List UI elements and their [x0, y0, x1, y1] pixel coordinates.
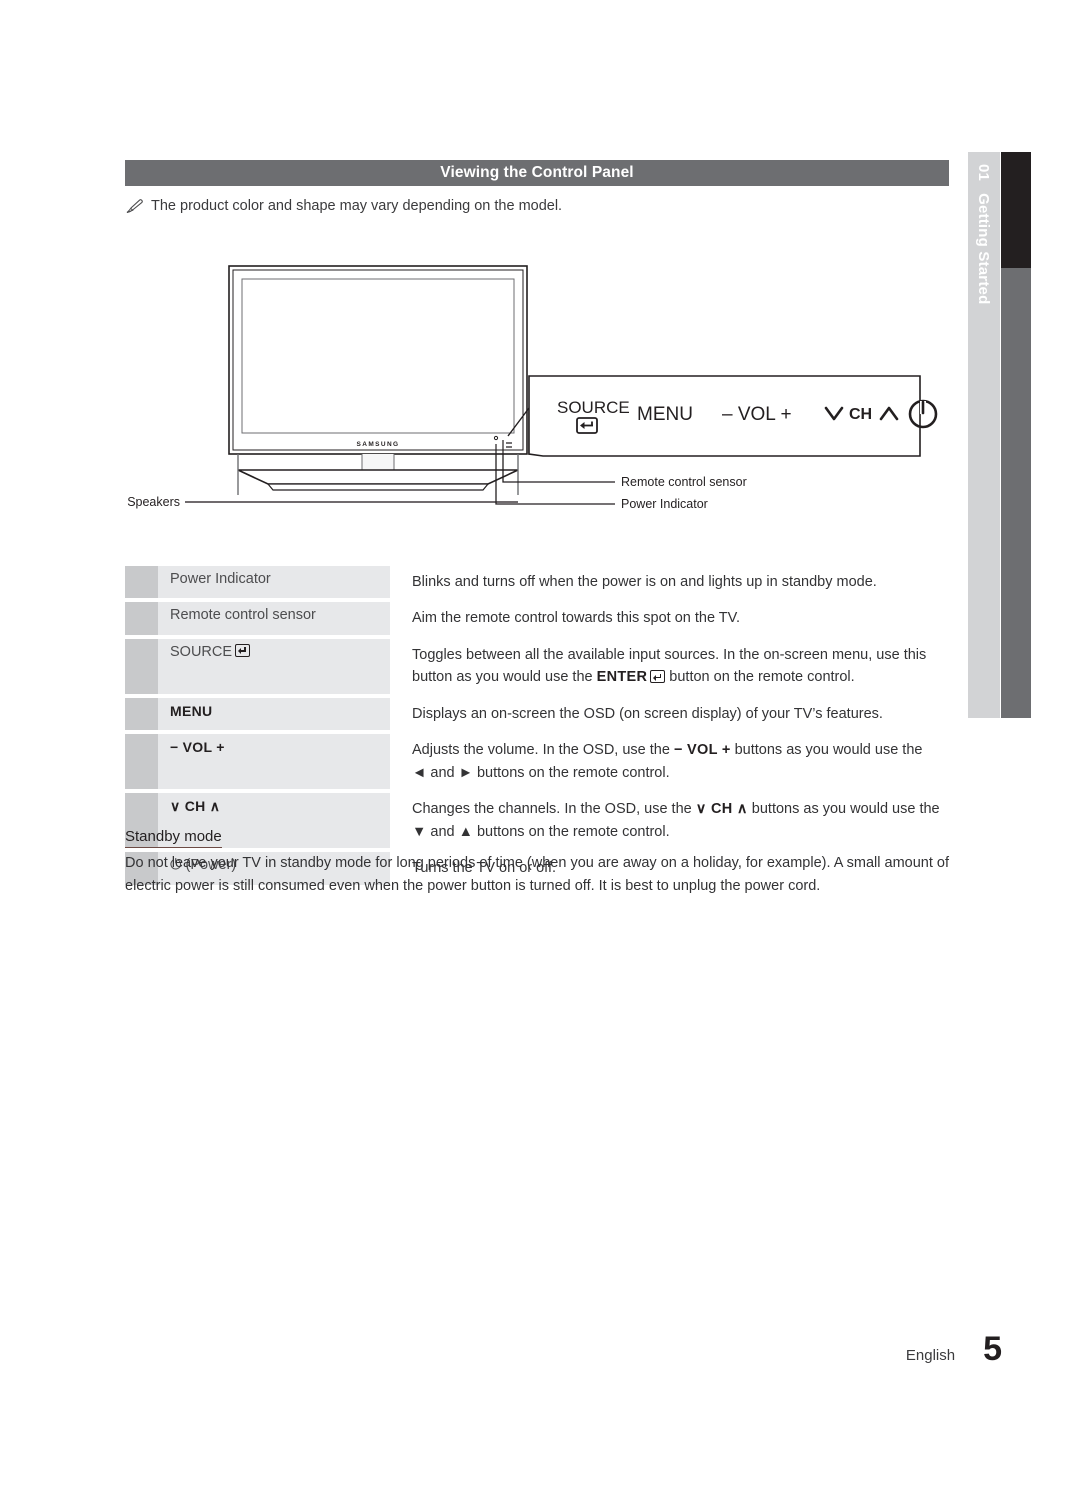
tv-body: SAMSUNG	[228, 265, 528, 455]
pencil-note-icon	[126, 199, 144, 218]
callout-remote-sensor-label: Remote control sensor	[621, 475, 747, 489]
description-line: ▼ and ▲ buttons on the remote control.	[412, 821, 949, 843]
row-label: Power Indicator	[158, 566, 390, 599]
inline-button-name: ENTER	[596, 669, 648, 686]
section-header: Viewing the Control Panel	[125, 160, 949, 186]
callout-power-indicator-label: Power Indicator	[621, 497, 708, 511]
table-row: Power Indicator Blinks and turns off when…	[125, 566, 949, 599]
right-callouts: Remote control sensor Power Indicator	[495, 454, 747, 511]
row-description: Blinks and turns off when the power is o…	[390, 566, 949, 598]
row-label: SOURCE	[158, 638, 390, 694]
description-line: Displays an on-screen the OSD (on screen…	[412, 703, 949, 725]
side-tab-gray-bar	[1001, 268, 1031, 718]
description-line: Toggles between all the available input …	[412, 644, 949, 666]
description-text: Toggles between all the available input …	[412, 646, 927, 663]
description-line: Adjusts the volume. In the OSD, use the …	[412, 739, 949, 761]
row-description: Aim the remote control towards this spot…	[390, 602, 949, 634]
description-text: Aim the remote control towards this spot…	[412, 610, 741, 627]
panel-ch-label: CH	[849, 406, 872, 423]
description-line: Blinks and turns off when the power is o…	[412, 571, 949, 593]
description-text: Blinks and turns off when the power is o…	[412, 574, 877, 590]
page-title: Viewing the Control Panel	[440, 164, 634, 181]
panel-source-label: SOURCE	[557, 398, 630, 417]
row-label-text: MENU	[170, 702, 213, 719]
control-panel-table: Power Indicator Blinks and turns off when…	[125, 566, 949, 889]
description-text: Changes the channels. In the OSD, use th…	[412, 801, 696, 818]
description-text: buttons as you would use the	[730, 742, 923, 759]
row-description: Adjusts the volume. In the OSD, use the …	[390, 734, 949, 789]
row-swatch	[125, 566, 158, 599]
row-description: Displays an on-screen the OSD (on screen…	[390, 698, 949, 730]
row-label-text: Remote control sensor	[170, 607, 316, 624]
table-row: Remote control sensor Aim the remote cont…	[125, 602, 949, 635]
description-text: ▼ and ▲ buttons on the remote control.	[412, 823, 670, 840]
chapter-side-tab: 01 Getting Started	[968, 152, 1000, 718]
tv-stand	[237, 454, 519, 491]
enter-icon	[235, 643, 251, 657]
callout-speakers-label: Speakers	[127, 495, 180, 509]
panel-vol-label: – VOL +	[722, 404, 792, 425]
chapter-title: Getting Started	[975, 193, 993, 305]
panel-menu-label: MENU	[637, 404, 693, 425]
standby-mode-heading: Standby mode	[125, 828, 222, 848]
row-label-text: SOURCE	[170, 643, 233, 660]
description-text: button on the remote control.	[665, 669, 855, 686]
description-text: Displays an on-screen the OSD (on screen…	[412, 705, 883, 722]
table-row: MENU Displays an on-screen the OSD (on sc…	[125, 697, 949, 731]
chapter-side-tab-text: 01 Getting Started	[968, 152, 1000, 718]
control-panel-box: SOURCE MENU – VOL + CH	[528, 375, 938, 457]
row-label: Remote control sensor	[158, 602, 390, 635]
table-row: ∨ CH ∧ Changes the channels. In the OSD, …	[125, 793, 949, 849]
row-swatch	[125, 697, 158, 731]
table-row: − VOL + Adjusts the volume. In the OSD, u…	[125, 734, 949, 790]
description-text: ◄ and ► buttons on the remote control.	[412, 764, 670, 781]
footer-language: English	[905, 1347, 956, 1364]
row-label-text: ∨ CH ∧	[170, 798, 221, 815]
row-label: − VOL +	[158, 734, 390, 790]
standby-mode-body: Do not leave your TV in standby mode for…	[125, 855, 949, 895]
note-text: The product color and shape may vary dep…	[151, 198, 563, 214]
note-row: The product color and shape may vary dep…	[126, 198, 562, 218]
row-description: Changes the channels. In the OSD, use th…	[390, 793, 949, 848]
inline-button-name: − VOL +	[673, 742, 731, 759]
svg-text:SAMSUNG: SAMSUNG	[356, 441, 399, 448]
chapter-number: 01	[975, 164, 993, 182]
row-swatch	[125, 734, 158, 790]
page-footer: English 5	[0, 1330, 1080, 1369]
description-text: buttons as you would use the	[747, 801, 940, 818]
control-panel-illustration: SAMSUNG Speakers Remote control sensor P…	[125, 258, 949, 528]
row-swatch	[125, 602, 158, 635]
row-label-text: − VOL +	[170, 739, 225, 756]
description-line: Changes the channels. In the OSD, use th…	[412, 798, 949, 820]
inline-button-name: ∨ CH ∧	[695, 801, 748, 818]
footer-page-number: 5	[983, 1330, 1002, 1368]
row-description: Toggles between all the available input …	[390, 639, 949, 694]
row-label: MENU	[158, 697, 390, 731]
description-line: Aim the remote control towards this spot…	[412, 607, 949, 629]
description-text: button as you would use the	[412, 669, 597, 686]
description-line: ◄ and ► buttons on the remote control.	[412, 762, 949, 784]
description-text: Adjusts the volume. In the OSD, use the	[412, 742, 674, 759]
row-swatch	[125, 638, 158, 694]
table-row: SOURCE Toggles between all the available …	[125, 638, 949, 694]
description-line: button as you would use the ENTER button…	[412, 666, 949, 688]
side-tab-dark-bar	[1001, 152, 1031, 268]
enter-icon	[650, 670, 666, 684]
row-label-text: Power Indicator	[170, 571, 271, 587]
